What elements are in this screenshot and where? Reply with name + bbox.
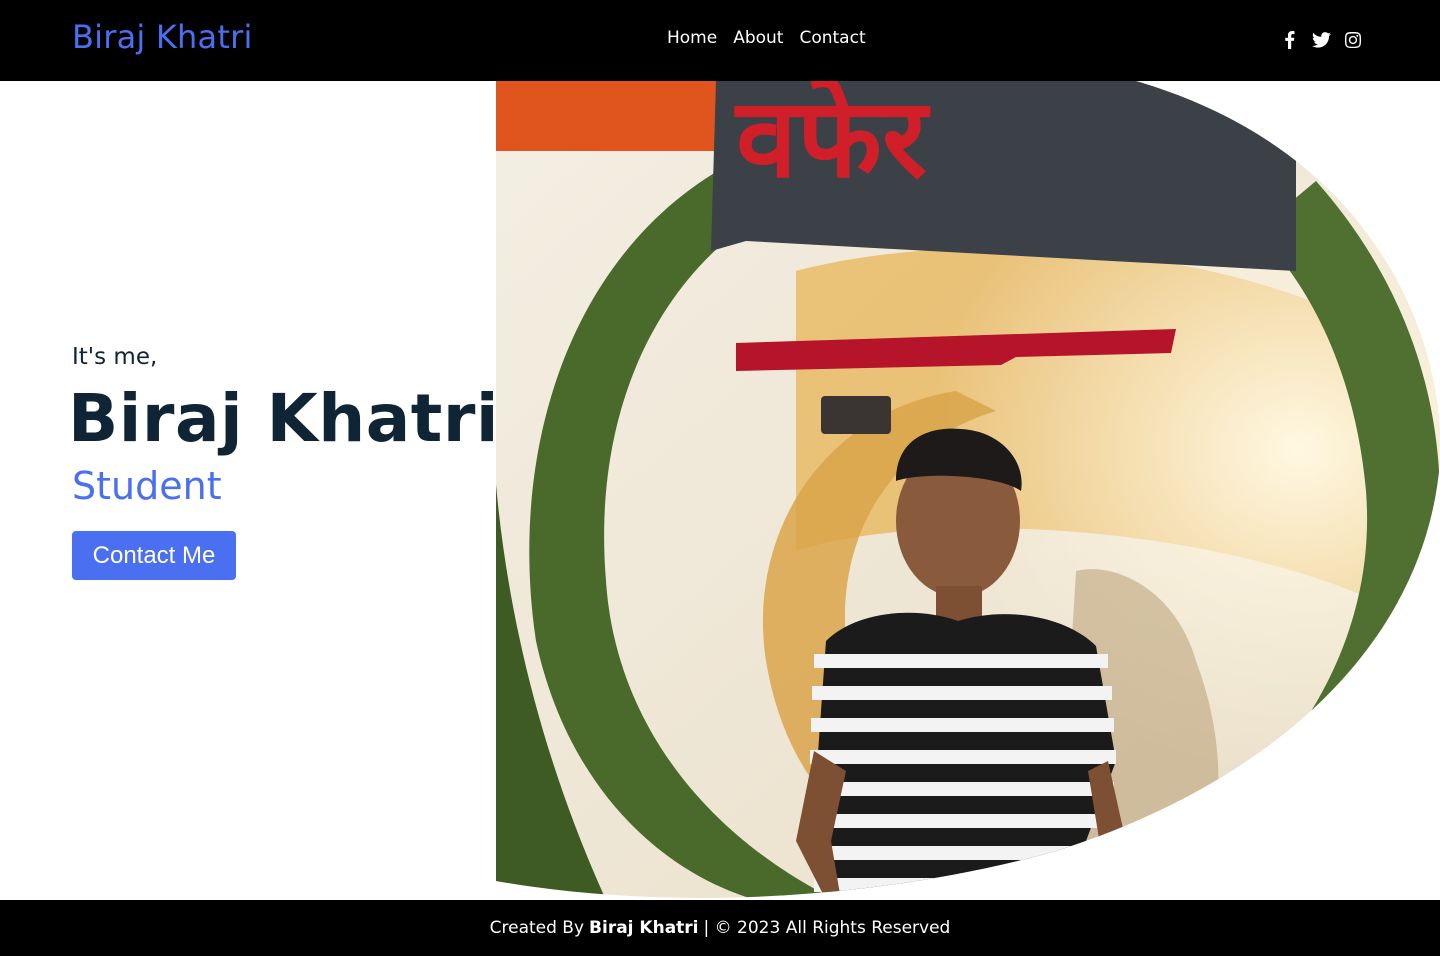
- profile-photo: वफेर: [496, 81, 1440, 900]
- hero-name: Biraj Khatri: [68, 380, 500, 457]
- social-links: [1278, 26, 1364, 54]
- nav-contact-link[interactable]: Contact: [799, 28, 865, 48]
- instagram-icon: [1345, 32, 1361, 48]
- facebook-link[interactable]: [1278, 26, 1300, 54]
- site-logo[interactable]: Biraj Khatri: [72, 18, 253, 56]
- svg-text:वफेर: वफेर: [734, 81, 931, 202]
- instagram-link[interactable]: [1342, 26, 1364, 54]
- site-header: Biraj Khatri Home About Contact: [0, 0, 1440, 81]
- hero-section: It's me, Biraj Khatri Student Contact Me: [68, 344, 499, 580]
- twitter-link[interactable]: [1310, 26, 1332, 54]
- footer-copyright: | © 2023 All Rights Reserved: [703, 918, 951, 938]
- main-nav: Home About Contact: [667, 28, 866, 48]
- facebook-icon: [1284, 31, 1294, 49]
- footer-prefix: Created By: [489, 918, 585, 938]
- nav-about-link[interactable]: About: [733, 28, 783, 48]
- contact-me-button[interactable]: Contact Me: [72, 531, 236, 580]
- site-footer: Created By Biraj Khatri | © 2023 All Rig…: [0, 900, 1440, 956]
- hero-role: Student: [72, 464, 222, 508]
- hero-intro: It's me,: [72, 344, 158, 370]
- footer-author: Biraj Khatri: [589, 918, 699, 938]
- nav-home-link[interactable]: Home: [667, 28, 717, 48]
- twitter-icon: [1311, 32, 1331, 48]
